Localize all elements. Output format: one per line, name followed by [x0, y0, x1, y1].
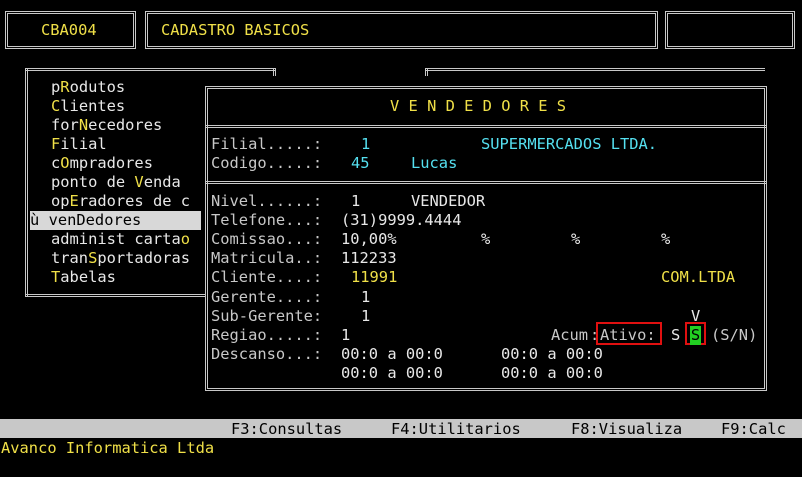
acum-label: Acum [551, 326, 589, 344]
cliente-field[interactable]: 11991 [351, 268, 397, 287]
nivel-label: Nivel......: [211, 192, 323, 210]
nivel-desc: VENDEDOR [411, 192, 486, 210]
regiao-label: Regiao.....: [211, 326, 323, 344]
menu-frame-tick [273, 68, 276, 76]
f4-utilitarios[interactable]: F4:Utilitarios [391, 420, 521, 439]
f9-calc[interactable]: F9:Calc [721, 420, 786, 439]
dialog-sep-1 [205, 125, 767, 128]
header-right-box [665, 11, 795, 49]
telefone-label: Telefone...: [211, 211, 323, 229]
codigo-name: Lucas [411, 154, 458, 172]
cliente-label: Cliente....: [211, 268, 323, 286]
menu-item-ponto-de-venda[interactable]: ponto de Venda [51, 173, 181, 192]
subgerente-field[interactable]: 1 [361, 307, 370, 326]
nivel-field[interactable]: 1 [351, 192, 360, 211]
right-frame-top [425, 68, 765, 71]
f3-consultas[interactable]: F3:Consultas [231, 420, 342, 439]
menu-frame-top [25, 68, 275, 71]
gerente-label: Gerente....: [211, 288, 323, 306]
menu-item-tabelas[interactable]: Tabelas [51, 268, 116, 287]
cliente-name: COM.LTDA [661, 268, 736, 286]
right-frame-tick [425, 68, 428, 76]
descanso-field-1b[interactable]: 00:0 a 00:0 [501, 345, 603, 364]
menu-item-filial[interactable]: Filial [51, 135, 107, 154]
filial-label: Filial.....: [211, 135, 323, 153]
codigo-field[interactable]: 45 [351, 154, 370, 173]
ativo-label: Ativo: [600, 326, 656, 344]
menu-item-administ-cartao[interactable]: administ cartao [51, 230, 190, 249]
ativo-options: (S/N) [711, 326, 758, 344]
comissao-pct-2[interactable]: % [481, 230, 490, 249]
comissao-field[interactable]: 10,00% [341, 230, 397, 249]
gerente-field[interactable]: 1 [361, 288, 370, 307]
menu-item-clientes[interactable]: Clientes [51, 97, 125, 116]
dialog-title: V E N D E D O R E S [390, 97, 567, 115]
ativo-input[interactable]: S [690, 326, 701, 345]
descanso-field-2a[interactable]: 00:0 a 00:0 [341, 364, 443, 383]
menu-item-vendedores[interactable]: ù venDedores [30, 211, 201, 230]
comissao-pct-4[interactable]: % [661, 230, 670, 249]
f8-visualiza[interactable]: F8:Visualiza [571, 420, 682, 439]
menu-item-operadores[interactable]: opEradores de c [51, 192, 190, 211]
comissao-pct-3[interactable]: % [571, 230, 580, 249]
company-name: Avanco Informatica Ltda [1, 439, 215, 457]
matricula-field[interactable]: 112233 [341, 249, 397, 268]
menu-item-transportadoras[interactable]: tranSportadoras [51, 249, 190, 268]
matricula-label: Matricula..: [211, 249, 323, 267]
ativo-current: S [671, 326, 681, 344]
regiao-field[interactable]: 1 [341, 326, 350, 345]
menu-item-produtos[interactable]: pRodutos [51, 78, 125, 97]
descanso-label: Descanso...: [211, 345, 323, 363]
screen-title: CADASTRO BASICOS [161, 21, 310, 39]
descanso-field-1a[interactable]: 00:0 a 00:0 [341, 345, 443, 364]
menu-item-fornecedores[interactable]: forNecedores [51, 116, 162, 135]
selected-marker: ù [30, 211, 40, 229]
filial-name: SUPERMERCADOS LTDA. [481, 135, 658, 153]
telefone-field[interactable]: (31)9999.4444 [341, 211, 461, 230]
menu-item-compradores[interactable]: cOmpradores [51, 154, 153, 173]
descanso-field-2b[interactable]: 00:0 a 00:0 [501, 364, 603, 383]
filial-field[interactable]: 1 [361, 135, 370, 154]
comissao-label: Comissao...: [211, 230, 323, 248]
dialog-sep-2 [205, 181, 767, 184]
program-code: CBA004 [41, 21, 97, 39]
subgerente-label: Sub-Gerente: [211, 307, 323, 325]
menu-frame-bottom [25, 294, 205, 297]
codigo-label: Codigo.....: [211, 154, 323, 172]
menu-frame-left [25, 68, 28, 296]
